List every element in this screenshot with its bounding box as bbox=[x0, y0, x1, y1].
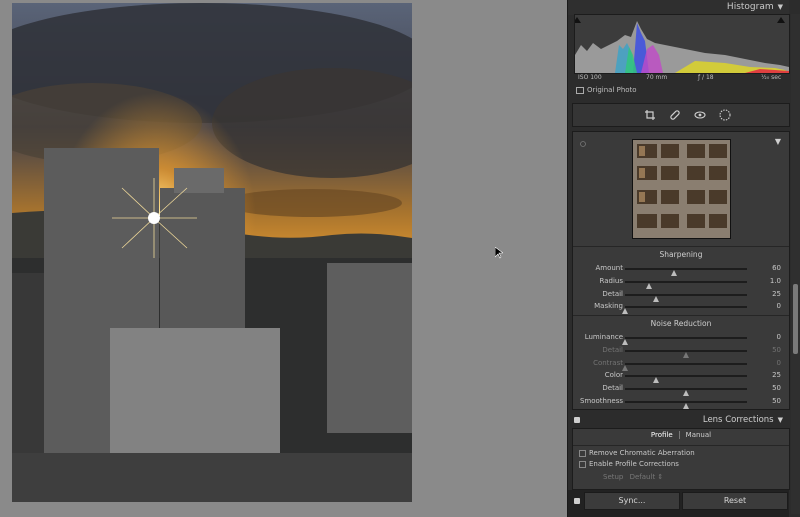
slider-thumb[interactable] bbox=[622, 308, 628, 315]
slider-label: Detail bbox=[602, 289, 623, 298]
panel-switch-icon[interactable] bbox=[574, 417, 580, 423]
noise-reduction-title: Noise Reduction bbox=[650, 319, 712, 328]
slider-label: Smoothness bbox=[579, 397, 623, 405]
slider-value[interactable]: 50 bbox=[772, 397, 781, 405]
noise-slider-color[interactable]: Color 25 bbox=[573, 369, 789, 384]
remove-chromatic-aberration-checkbox[interactable]: Remove Chromatic Aberration bbox=[579, 449, 695, 457]
lens-corrections-title: Lens Corrections bbox=[702, 415, 774, 425]
enable-profile-corrections-checkbox[interactable]: Enable Profile Corrections bbox=[579, 460, 679, 468]
sharpening-slider-radius[interactable]: Radius 1.0 bbox=[573, 275, 789, 289]
slider-value[interactable]: 1.0 bbox=[770, 277, 781, 285]
sharpening-slider-masking[interactable]: Masking 0 bbox=[573, 300, 789, 315]
slider-track[interactable] bbox=[622, 306, 747, 315]
tab-profile[interactable]: Profile bbox=[645, 431, 679, 439]
slider-value[interactable]: 50 bbox=[772, 346, 781, 354]
noise-slider-luminance[interactable]: Luminance 0 bbox=[573, 331, 789, 345]
noise-slider-detail[interactable]: Detail 50 bbox=[573, 344, 789, 358]
detail-panel: ▼ Sharpening Amount 60 Radius 1.0 Detail 25 Ma… bbox=[572, 131, 790, 410]
setup-select[interactable]: Setup Default ⇕ bbox=[603, 473, 663, 481]
setup-value: Default ⇕ bbox=[629, 473, 664, 481]
slider-track[interactable] bbox=[622, 362, 747, 371]
slider-label: Contrast bbox=[593, 358, 623, 367]
original-photo-toggle[interactable]: Original Photo bbox=[576, 86, 637, 94]
slider-thumb[interactable] bbox=[683, 403, 689, 409]
slider-label: Detail bbox=[602, 384, 623, 393]
slider-track[interactable] bbox=[625, 349, 747, 358]
slider-value[interactable]: 25 bbox=[772, 290, 781, 298]
detail-collapse-triangle-icon[interactable]: ▼ bbox=[775, 137, 781, 146]
collapse-triangle-icon[interactable]: ▼ bbox=[778, 3, 783, 11]
panel-scrollbar[interactable] bbox=[791, 14, 800, 514]
noise-slider-smoothness[interactable]: Smoothness 50 bbox=[573, 395, 789, 409]
slider-label: Color bbox=[604, 371, 623, 380]
setup-label: Setup bbox=[603, 473, 624, 481]
noise-slider-contrast[interactable]: Contrast 0 bbox=[573, 357, 789, 371]
lens-corrections-header[interactable]: Lens Corrections ▼ bbox=[568, 412, 789, 428]
slider-track[interactable] bbox=[625, 401, 747, 409]
healing-icon[interactable] bbox=[668, 108, 682, 122]
scrollbar-thumb[interactable] bbox=[793, 284, 798, 354]
sharpening-title: Sharpening bbox=[659, 250, 703, 259]
previous-settings-switch-icon[interactable] bbox=[574, 498, 580, 504]
crop-icon[interactable] bbox=[643, 108, 657, 122]
slider-value[interactable]: 0 bbox=[777, 333, 781, 341]
slider-track[interactable] bbox=[625, 268, 747, 276]
focal-length-value: 70 mm bbox=[646, 74, 668, 81]
slider-track[interactable] bbox=[625, 375, 747, 384]
bottom-button-bar: Sync... Reset bbox=[568, 490, 789, 517]
remove-ca-label: Remove Chromatic Aberration bbox=[589, 449, 695, 457]
histogram-title: Histogram bbox=[726, 2, 774, 12]
slider-label: Radius bbox=[599, 276, 623, 285]
aperture-value: ƒ / 18 bbox=[698, 74, 714, 81]
checkbox-icon bbox=[576, 86, 584, 94]
sharpening-slider-amount[interactable]: Amount 60 bbox=[573, 262, 789, 276]
tool-strip bbox=[572, 103, 790, 127]
slider-label: Luminance bbox=[584, 333, 623, 341]
slider-label: Detail bbox=[602, 345, 623, 354]
reset-button[interactable]: Reset bbox=[682, 492, 788, 510]
masking-icon[interactable] bbox=[718, 108, 732, 122]
lens-corrections-panel: Profile Manual Remove Chromatic Aberratio… bbox=[572, 428, 790, 490]
slider-track[interactable] bbox=[625, 388, 747, 397]
slider-value[interactable]: 0 bbox=[777, 359, 781, 367]
lens-tabs: Profile Manual bbox=[573, 431, 789, 444]
shutter-value: ⅟₂₀ sec bbox=[761, 74, 782, 81]
enable-profile-label: Enable Profile Corrections bbox=[589, 460, 679, 468]
slider-track[interactable] bbox=[625, 293, 747, 302]
sharpening-slider-detail[interactable]: Detail 25 bbox=[573, 288, 789, 302]
slider-value[interactable]: 50 bbox=[772, 384, 781, 392]
noise-slider-detail[interactable]: Detail 50 bbox=[573, 382, 789, 397]
sync-button[interactable]: Sync... bbox=[584, 492, 680, 510]
histogram-exif: ISO 100 70 mm ƒ / 18 ⅟₂₀ sec bbox=[576, 72, 788, 84]
histogram-graph[interactable] bbox=[573, 14, 790, 74]
mouse-cursor-icon bbox=[495, 247, 503, 259]
slider-label: Amount bbox=[595, 264, 623, 272]
slider-value[interactable]: 25 bbox=[772, 371, 781, 379]
original-photo-label: Original Photo bbox=[587, 86, 637, 94]
iso-value: ISO 100 bbox=[578, 74, 602, 81]
detail-zoom-preview[interactable] bbox=[632, 139, 731, 239]
main-photo[interactable] bbox=[12, 3, 412, 502]
photo-canvas bbox=[0, 0, 567, 517]
slider-track[interactable] bbox=[622, 337, 747, 345]
slider-value[interactable]: 0 bbox=[777, 302, 781, 310]
develop-right-panel: Histogram ▼ ISO 100 70 mm ƒ / 18 ⅟₂₀ sec … bbox=[567, 0, 800, 517]
lens-collapse-triangle-icon[interactable]: ▼ bbox=[778, 416, 783, 424]
red-eye-icon[interactable] bbox=[693, 108, 707, 122]
target-adjust-icon[interactable] bbox=[579, 140, 587, 148]
histogram-header[interactable]: Histogram ▼ bbox=[568, 0, 789, 15]
slider-label: Masking bbox=[594, 302, 623, 311]
tab-manual[interactable]: Manual bbox=[680, 431, 717, 439]
slider-value[interactable]: 60 bbox=[772, 264, 781, 272]
slider-track[interactable] bbox=[625, 280, 747, 289]
